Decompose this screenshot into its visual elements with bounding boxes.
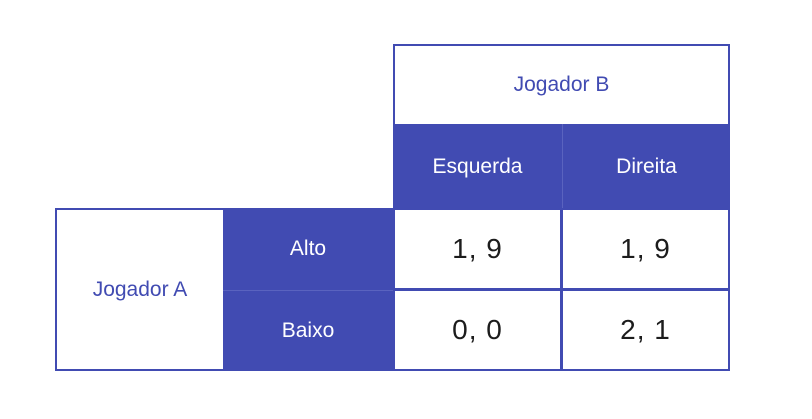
payoff-value: 1, 9 [452, 233, 503, 264]
strategy-header-esquerda: Esquerda [393, 124, 562, 210]
payoff-value: 2, 1 [620, 314, 671, 345]
player-b-header: Jogador B [393, 44, 730, 126]
payoff-cell-alto-esquerda: 1, 9 [393, 208, 562, 290]
player-a-header: Jogador A [55, 208, 225, 371]
payoff-cell-alto-direita: 1, 9 [561, 208, 730, 290]
payoff-value: 0, 0 [452, 314, 503, 345]
strategy-label-baixo: Baixo [281, 319, 335, 342]
strategy-header-baixo: Baixo [223, 290, 393, 371]
strategy-label-alto: Alto [289, 237, 327, 260]
strategy-label-esquerda: Esquerda [432, 155, 523, 178]
player-b-label: Jogador B [513, 73, 610, 96]
strategy-header-alto: Alto [223, 208, 393, 290]
strategy-header-direita: Direita [562, 124, 730, 210]
payoff-value: 1, 9 [620, 233, 671, 264]
player-a-label: Jogador A [92, 277, 188, 301]
strategy-label-direita: Direita [616, 155, 677, 178]
payoff-cell-baixo-direita: 2, 1 [561, 289, 730, 371]
payoff-cell-baixo-esquerda: 0, 0 [393, 289, 562, 371]
